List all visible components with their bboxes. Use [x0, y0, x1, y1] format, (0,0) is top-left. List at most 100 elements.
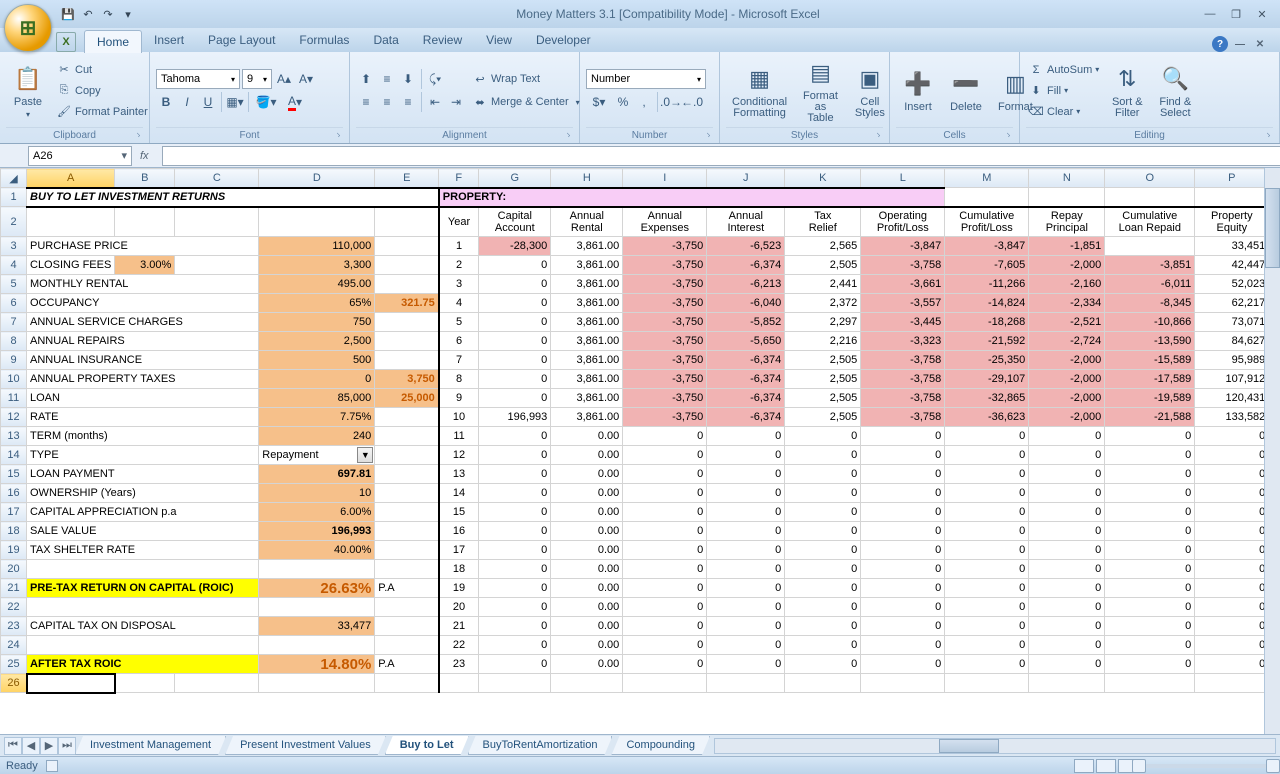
fill-color-button[interactable]: 🪣▾ [252, 92, 280, 112]
font-size-selector[interactable]: 9▾ [242, 69, 272, 89]
fx-icon[interactable]: fx [140, 150, 158, 162]
decrease-decimal-icon[interactable]: ←.0 [682, 92, 702, 112]
find-select-button[interactable]: 🔍Find & Select [1153, 61, 1197, 121]
undo-icon[interactable]: ↶ [80, 6, 96, 22]
percent-button[interactable]: % [613, 92, 633, 112]
fill-button[interactable]: ⬇Fill▾ [1026, 81, 1101, 101]
currency-button[interactable]: $▾ [586, 92, 612, 112]
horizontal-scrollbar[interactable] [714, 738, 1276, 754]
sheet-tab-present-investment-values[interactable]: Present Investment Values [225, 736, 386, 755]
border-button[interactable]: ▦▾ [225, 92, 245, 112]
column-header-K[interactable]: K [785, 169, 861, 188]
tab-page-layout[interactable]: Page Layout [196, 29, 287, 52]
row-header[interactable]: 3 [1, 237, 27, 256]
zoom-slider[interactable] [1146, 764, 1266, 768]
type-dropdown[interactable]: Repayment▼ [259, 446, 375, 465]
paste-button[interactable]: 📋 Paste ▾ [6, 61, 50, 121]
row-header[interactable]: 9 [1, 351, 27, 370]
row-header[interactable]: 6 [1, 294, 27, 313]
bold-button[interactable]: B [156, 92, 176, 112]
tab-view[interactable]: View [474, 29, 524, 52]
format-painter-button[interactable]: 🖌Format Painter [54, 102, 150, 122]
sheet-tab-compounding[interactable]: Compounding [611, 736, 710, 755]
name-box[interactable]: A26▾ [28, 146, 132, 166]
cut-button[interactable]: ✂Cut [54, 60, 150, 80]
select-all-corner[interactable]: ◢ [1, 169, 27, 188]
row-header[interactable]: 13 [1, 427, 27, 446]
row-header[interactable]: 5 [1, 275, 27, 294]
tab-formulas[interactable]: Formulas [287, 29, 361, 52]
row-header[interactable]: 8 [1, 332, 27, 351]
next-sheet-icon[interactable]: ▶ [40, 737, 58, 755]
row-header[interactable]: 20 [1, 560, 27, 579]
qat-dropdown-icon[interactable]: ▾ [120, 6, 136, 22]
cell-styles-button[interactable]: ▣Cell Styles [848, 61, 892, 121]
column-header-C[interactable]: C [175, 169, 259, 188]
align-right-icon[interactable]: ≡ [398, 92, 418, 112]
macro-record-icon[interactable] [46, 760, 58, 772]
prev-sheet-icon[interactable]: ◀ [22, 737, 40, 755]
save-icon[interactable]: 💾 [60, 6, 76, 22]
insert-button[interactable]: ➕Insert [896, 66, 940, 115]
column-header-J[interactable]: J [707, 169, 785, 188]
first-sheet-icon[interactable]: ⏮ [4, 737, 22, 755]
increase-font-icon[interactable]: A▴ [274, 69, 294, 89]
sheet-tab-investment-management[interactable]: Investment Management [75, 736, 226, 755]
underline-button[interactable]: U [198, 92, 218, 112]
row-header[interactable]: 4 [1, 256, 27, 275]
comma-button[interactable]: , [634, 92, 654, 112]
column-header-D[interactable]: D [259, 169, 375, 188]
column-header-I[interactable]: I [623, 169, 707, 188]
column-header-G[interactable]: G [479, 169, 551, 188]
close-button[interactable]: ✕ [1252, 6, 1272, 22]
delete-button[interactable]: ➖Delete [944, 66, 988, 115]
row-header[interactable]: 12 [1, 408, 27, 427]
tab-home[interactable]: Home [84, 30, 142, 53]
office-button[interactable]: ⊞ [4, 4, 52, 52]
column-header-L[interactable]: L [861, 169, 945, 188]
row-header[interactable]: 24 [1, 636, 27, 655]
column-header-B[interactable]: B [115, 169, 175, 188]
align-middle-icon[interactable]: ≡ [377, 69, 397, 89]
clear-button[interactable]: ⌫Clear▾ [1026, 102, 1101, 122]
redo-icon[interactable]: ↷ [100, 6, 116, 22]
normal-view-icon[interactable] [1074, 759, 1094, 773]
align-top-icon[interactable]: ⬆ [356, 69, 376, 89]
tab-review[interactable]: Review [411, 29, 474, 52]
row-header[interactable]: 23 [1, 617, 27, 636]
row-header[interactable]: 15 [1, 465, 27, 484]
help-icon[interactable]: ? [1212, 36, 1228, 52]
align-left-icon[interactable]: ≡ [356, 92, 376, 112]
decrease-indent-icon[interactable]: ⇤ [425, 92, 445, 112]
column-header-H[interactable]: H [551, 169, 623, 188]
font-color-button[interactable]: A▾ [281, 92, 309, 112]
tab-data[interactable]: Data [361, 29, 410, 52]
increase-indent-icon[interactable]: ⇥ [446, 92, 466, 112]
autosum-button[interactable]: ΣAutoSum▾ [1026, 60, 1101, 80]
column-header-A[interactable]: A [27, 169, 115, 188]
sheet-tab-buy-to-let[interactable]: Buy to Let [385, 736, 469, 755]
column-header-E[interactable]: E [375, 169, 439, 188]
decrease-font-icon[interactable]: A▾ [296, 69, 316, 89]
copy-button[interactable]: ⎘Copy [54, 81, 150, 101]
font-name-selector[interactable]: Tahoma▾ [156, 69, 240, 89]
last-sheet-icon[interactable]: ⏭ [58, 737, 76, 755]
sheet-tab-buytorentamortization[interactable]: BuyToRentAmortization [468, 736, 613, 755]
column-header-M[interactable]: M [945, 169, 1029, 188]
row-header[interactable]: 10 [1, 370, 27, 389]
column-header-N[interactable]: N [1029, 169, 1105, 188]
row-header[interactable]: 7 [1, 313, 27, 332]
row-header[interactable]: 25 [1, 655, 27, 674]
number-format-selector[interactable]: Number▾ [586, 69, 706, 89]
spreadsheet-grid[interactable]: ◢ABCDEFGHIJKLMNOP 1BUY TO LET INVESTMENT… [0, 168, 1280, 734]
row-header[interactable]: 2 [1, 207, 27, 237]
row-header[interactable]: 19 [1, 541, 27, 560]
row-header[interactable]: 1 [1, 188, 27, 207]
page-layout-view-icon[interactable] [1096, 759, 1116, 773]
row-header[interactable]: 11 [1, 389, 27, 408]
increase-decimal-icon[interactable]: .0→ [661, 92, 681, 112]
column-header-F[interactable]: F [439, 169, 479, 188]
tab-insert[interactable]: Insert [142, 29, 196, 52]
row-header[interactable]: 17 [1, 503, 27, 522]
orientation-icon[interactable]: ⤹▾ [425, 69, 445, 89]
